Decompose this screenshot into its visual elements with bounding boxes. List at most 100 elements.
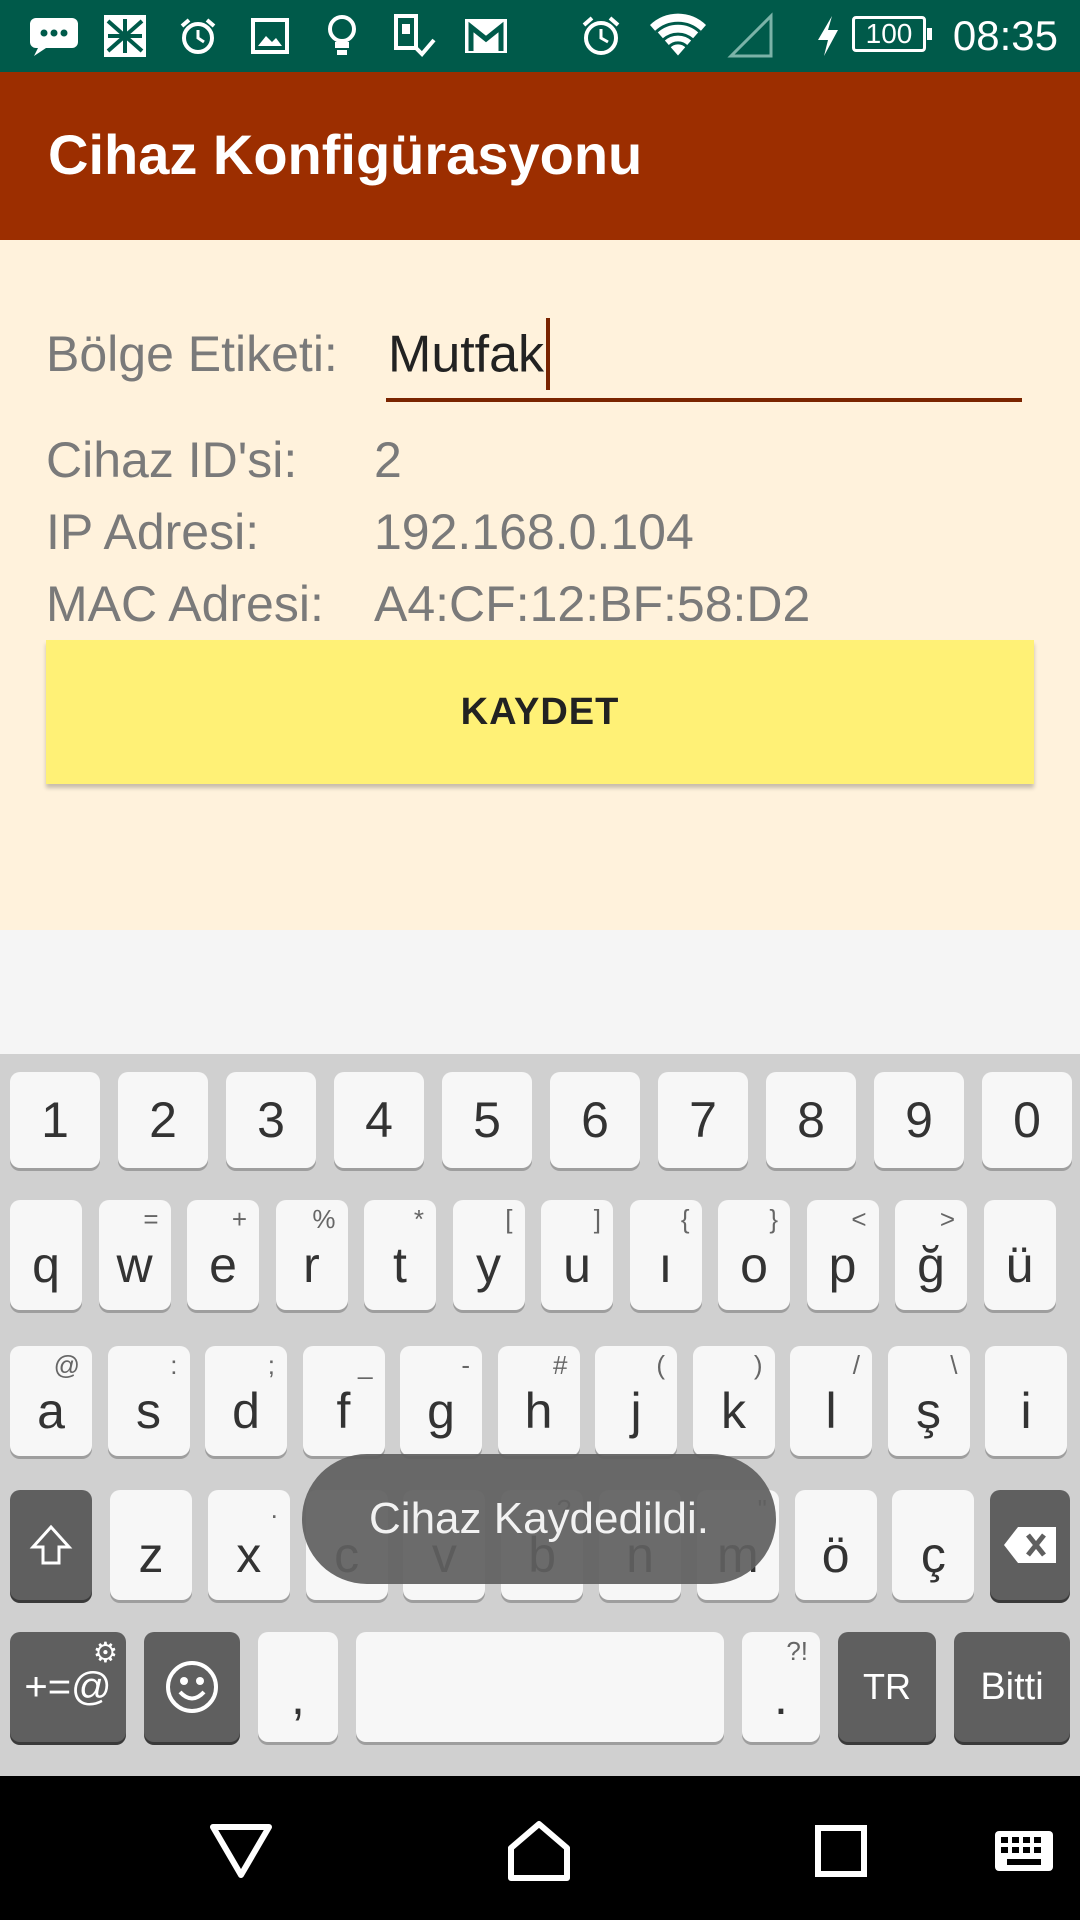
key-1[interactable]: 1 [10, 1072, 100, 1168]
symbols-label: +=@ [24, 1665, 112, 1709]
key-row2-9-hint: \ [950, 1350, 958, 1380]
language-key[interactable]: TR [838, 1632, 936, 1742]
key-8-label: 8 [797, 1092, 825, 1148]
key-row1-6[interactable]: u] [541, 1200, 613, 1310]
alarm-clock-icon [578, 12, 624, 60]
key-row1-3-hint: % [312, 1204, 336, 1234]
key-row1-11-label: ü [1005, 1237, 1034, 1293]
key-row1-1[interactable]: w = [98, 1200, 171, 1310]
key-row1-3[interactable]: r% [275, 1200, 348, 1310]
save-button[interactable]: KAYDET [46, 640, 1034, 784]
key-row2-4-hint: - [461, 1350, 470, 1380]
key-row3-7[interactable]: ö [794, 1490, 877, 1600]
key-row2-4[interactable]: g- [400, 1346, 482, 1456]
key-0[interactable]: 0 [982, 1072, 1072, 1168]
key-2[interactable]: 2 [118, 1072, 208, 1168]
backspace-icon [1004, 1527, 1056, 1563]
key-3[interactable]: 3 [226, 1072, 316, 1168]
key-row2-5-label: h [524, 1383, 553, 1439]
zone-input[interactable]: Mutfak [386, 318, 1022, 402]
key-row1-0[interactable]: q [10, 1200, 82, 1310]
key-row1-4[interactable]: t * [364, 1200, 436, 1310]
key-row2-7[interactable]: k) [692, 1346, 775, 1456]
key-row3-8[interactable]: ç [892, 1490, 975, 1600]
key-row2-3-hint: _ [358, 1350, 373, 1380]
signal-icon [726, 12, 776, 60]
key-8[interactable]: 8 [766, 1072, 856, 1168]
recents-button[interactable] [796, 1806, 886, 1896]
key-row1-5[interactable]: y[ [452, 1200, 525, 1310]
backspace-key[interactable] [990, 1490, 1070, 1600]
key-row2-2-label: d [232, 1383, 260, 1439]
zone-input-value: Mutfak [388, 325, 545, 384]
key-row1-5-hint: [ [505, 1204, 513, 1234]
key-row2-7-label: k [721, 1383, 746, 1439]
keyboard-switch-button[interactable] [974, 1806, 1074, 1896]
key-6-label: 6 [581, 1092, 609, 1148]
key-6[interactable]: 6 [550, 1072, 640, 1168]
device-id-value: 2 [374, 432, 402, 488]
key-4-label: 4 [365, 1092, 393, 1148]
key-row2-5[interactable]: h # [497, 1346, 580, 1456]
comma-label: , [291, 1669, 305, 1725]
key-row1-1-label: w [116, 1237, 153, 1293]
ip-value: 192.168.0.104 [374, 504, 694, 560]
key-row2-10-label: i [1020, 1383, 1032, 1439]
key-row2-0[interactable]: a @ [10, 1346, 92, 1456]
key-row1-8[interactable]: o} [718, 1200, 790, 1310]
key-row2-3-label: f [336, 1383, 351, 1439]
period-key[interactable]: . ?! [742, 1632, 820, 1742]
key-row1-11[interactable]: ü [983, 1200, 1056, 1310]
key-row2-9-label: ş [916, 1383, 941, 1439]
done-key[interactable]: Bitti [954, 1632, 1070, 1742]
key-row2-10[interactable]: i [985, 1346, 1067, 1456]
key-7[interactable]: 7 [658, 1072, 748, 1168]
key-row2-1-label: s [136, 1383, 161, 1439]
key-row1-7-label: ı [658, 1237, 673, 1293]
key-row2-7-hint: ) [753, 1350, 763, 1380]
key-row1-9[interactable]: p < [806, 1200, 879, 1310]
emoji-key[interactable] [144, 1632, 240, 1742]
language-label: TR [863, 1666, 911, 1707]
symbols-key[interactable]: +=@ ⚙ [10, 1632, 126, 1742]
key-row3-1[interactable]: x. [207, 1490, 290, 1600]
key-row2-6-hint: ( [656, 1350, 665, 1380]
wifi-icon [646, 12, 710, 60]
zone-label: Bölge Etiketi: [46, 326, 338, 382]
key-row2-9[interactable]: ş \ [887, 1346, 970, 1456]
device-id-label: Cihaz ID'si: [46, 432, 298, 488]
key-9[interactable]: 9 [874, 1072, 964, 1168]
home-button[interactable] [494, 1806, 584, 1896]
period-label: . [774, 1669, 788, 1725]
key-4[interactable]: 4 [334, 1072, 424, 1168]
key-row1-6-hint: ] [593, 1204, 601, 1234]
key-5[interactable]: 5 [442, 1072, 532, 1168]
key-row1-6-label: u [563, 1237, 591, 1293]
done-label: Bitti [980, 1666, 1044, 1708]
key-row2-6[interactable]: j( [595, 1346, 677, 1456]
shift-key[interactable] [10, 1490, 92, 1600]
blank-area [0, 930, 1080, 1054]
back-button[interactable] [196, 1806, 286, 1896]
key-row2-1[interactable]: s: [107, 1346, 190, 1456]
space-key[interactable] [356, 1632, 724, 1742]
key-row2-6-label: j [630, 1383, 642, 1439]
key-row2-8[interactable]: l / [790, 1346, 872, 1456]
key-row3-1-hint: . [270, 1494, 278, 1524]
mac-label: MAC Adresi: [46, 576, 324, 632]
key-row1-10[interactable]: ğ > [895, 1200, 967, 1310]
comma-key[interactable]: , [258, 1632, 338, 1742]
app-bar: Cihaz Konfigürasyonu [0, 72, 1080, 240]
key-row2-4-label: g [427, 1383, 455, 1439]
key-row2-2[interactable]: d; [205, 1346, 287, 1456]
key-row1-7[interactable]: ı{ [629, 1200, 702, 1310]
key-row2-2-hint: ; [267, 1350, 275, 1380]
home-icon [508, 1821, 570, 1881]
alarm-icon [176, 12, 220, 60]
key-row3-0[interactable]: z [110, 1490, 192, 1600]
image-icon [248, 12, 292, 60]
key-row1-2[interactable]: e + [187, 1200, 259, 1310]
bulb-icon [322, 12, 362, 60]
key-row1-4-hint: * [413, 1204, 424, 1234]
key-row2-3[interactable]: f _ [302, 1346, 385, 1456]
